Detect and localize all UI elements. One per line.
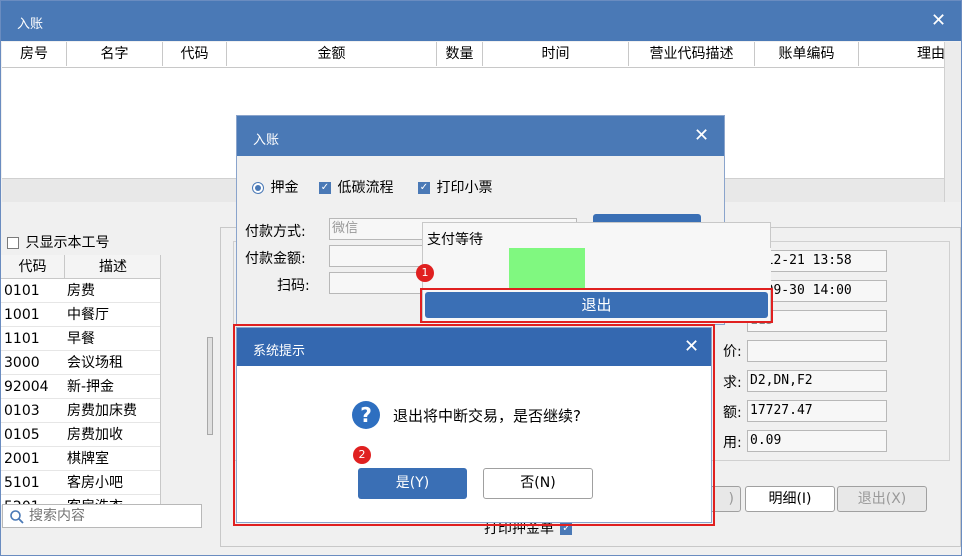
- fee-field[interactable]: 0.09: [747, 430, 887, 452]
- price-field[interactable]: [747, 340, 887, 362]
- scan-label: 扫码:: [277, 278, 310, 294]
- col-header-reason[interactable]: 理由: [859, 42, 944, 66]
- payment-amount-label: 付款金额:: [245, 251, 306, 267]
- list-item-desc: 中餐厅: [67, 307, 109, 323]
- list-item[interactable]: 0101 房费: [1, 279, 160, 303]
- pay-wait-title: 支付等待: [427, 232, 483, 248]
- low-carbon-checkbox[interactable]: ✓ 低碳流程: [319, 177, 393, 197]
- deposit-radio[interactable]: 押金: [252, 177, 298, 197]
- pay-wait-exit-button[interactable]: 退出: [425, 292, 768, 318]
- only-my-id-label: 只显示本工号: [25, 235, 110, 251]
- list-item-desc: 棋牌室: [67, 451, 109, 467]
- list-item[interactable]: 1001 中餐厅: [1, 303, 160, 327]
- entry-dialog-hidden-button[interactable]: [593, 214, 701, 222]
- payment-amount-input[interactable]: [329, 245, 429, 267]
- ledger-vertical-scrollbar[interactable]: [944, 42, 961, 202]
- list-item[interactable]: 1101 早餐: [1, 327, 160, 351]
- col-header-time[interactable]: 时间: [483, 42, 629, 66]
- system-dialog-title: 系统提示: [253, 344, 306, 359]
- yes-button[interactable]: 是(Y): [358, 468, 467, 499]
- low-carbon-label: 低碳流程: [337, 180, 394, 196]
- list-item-code: 5101: [4, 475, 40, 491]
- amount-field[interactable]: 17727.47: [747, 400, 887, 422]
- splitter-handle[interactable]: [207, 337, 213, 435]
- col-header-room[interactable]: 房号: [2, 42, 67, 66]
- step-badge-1: 1: [416, 264, 434, 282]
- pay-wait-progress-track: [509, 248, 771, 290]
- deposit-radio-label: 押金: [270, 180, 299, 196]
- search-box[interactable]: [2, 504, 202, 528]
- main-window-title: 入账: [17, 17, 44, 32]
- detail-button[interactable]: 明细(I): [745, 486, 835, 512]
- list-item-code: 0103: [4, 403, 40, 419]
- col-header-code[interactable]: 代码: [163, 42, 227, 66]
- entry-dialog-title: 入账: [253, 133, 280, 148]
- list-item-desc: 会议场租: [67, 355, 123, 371]
- main-close-icon[interactable]: ✕: [931, 12, 946, 30]
- fee-label: 用:: [723, 435, 742, 451]
- payment-method-label: 付款方式:: [245, 224, 306, 240]
- list-item-desc: 早餐: [67, 331, 95, 347]
- ledger-table-header: 房号 名字 代码 金额 数量 时间 营业代码描述 账单编码 理由: [2, 42, 944, 68]
- list-item[interactable]: 0105 房费加收: [1, 423, 160, 447]
- col-header-desc[interactable]: 营业代码描述: [629, 42, 755, 66]
- list-item-code: 1101: [4, 331, 40, 347]
- scan-input[interactable]: [329, 272, 429, 294]
- col-header-bill[interactable]: 账单编码: [755, 42, 859, 66]
- list-item-code: 0105: [4, 427, 40, 443]
- low-carbon-check-icon: ✓: [319, 182, 331, 194]
- system-dialog-titlebar: 系统提示 ✕: [237, 328, 711, 366]
- request-label: 求:: [723, 375, 742, 391]
- list-item-desc: 新-押金: [67, 379, 115, 395]
- list-item[interactable]: 5101 客房小吧: [1, 471, 160, 495]
- col-header-amount[interactable]: 金额: [227, 42, 437, 66]
- main-titlebar: 入账 ✕: [1, 1, 961, 41]
- list-item[interactable]: 0103 房费加床费: [1, 399, 160, 423]
- no-button[interactable]: 否(N): [483, 468, 593, 499]
- list-item-desc: 房费加床费: [67, 403, 137, 419]
- svg-text:?: ?: [360, 403, 372, 427]
- list-item-code: 1001: [4, 307, 40, 323]
- print-receipt-checkbox[interactable]: ✓ 打印小票: [418, 177, 492, 197]
- list-item-desc: 房费: [67, 283, 95, 299]
- list-item[interactable]: 3000 会议场租: [1, 351, 160, 375]
- code-list-header-code[interactable]: 代码: [1, 255, 65, 279]
- list-item-code: 2001: [4, 451, 40, 467]
- system-dialog-close-icon[interactable]: ✕: [684, 338, 699, 356]
- list-item-desc: 房费加收: [67, 427, 123, 443]
- request-field[interactable]: D2,DN,F2: [747, 370, 887, 392]
- step-badge-2: 2: [353, 446, 371, 464]
- list-item-code: 92004: [4, 379, 49, 395]
- col-header-qty[interactable]: 数量: [437, 42, 483, 66]
- col-header-name[interactable]: 名字: [67, 42, 163, 66]
- entry-dialog-titlebar: 入账 ✕: [237, 116, 724, 156]
- code-list-header-desc[interactable]: 描述: [65, 255, 160, 279]
- list-item-code: 3000: [4, 355, 40, 371]
- only-my-id-check-icon: [7, 237, 19, 249]
- print-receipt-label: 打印小票: [436, 180, 493, 196]
- exit-button[interactable]: 退出(X): [837, 486, 927, 512]
- list-item[interactable]: 92004 新-押金: [1, 375, 160, 399]
- amount-label: 额:: [723, 405, 742, 421]
- only-my-id-checkbox[interactable]: 只显示本工号: [7, 232, 109, 252]
- system-dialog: 系统提示 ✕ ? 退出将中断交易，是否继续? 2 是(Y) 否(N): [236, 327, 712, 523]
- price-label: 价:: [723, 344, 742, 360]
- list-item-code: 0101: [4, 283, 40, 299]
- list-item-desc: 客房小吧: [67, 475, 123, 491]
- pay-wait-progress-fill: [509, 248, 585, 290]
- entry-dialog-close-icon[interactable]: ✕: [694, 127, 709, 145]
- question-icon: ?: [352, 401, 380, 429]
- print-receipt-check-icon: ✓: [418, 182, 430, 194]
- deposit-radio-icon: [252, 182, 264, 194]
- code-list-header: 代码 描述: [1, 255, 160, 279]
- list-item[interactable]: 2001 棋牌室: [1, 447, 160, 471]
- search-icon: [10, 510, 24, 524]
- code-list: 代码 描述 0101 房费 1001 中餐厅 1101 早餐 3000 会议场租 920…: [1, 255, 161, 505]
- search-input[interactable]: [29, 506, 199, 526]
- system-dialog-message: 退出将中断交易，是否继续?: [393, 407, 581, 425]
